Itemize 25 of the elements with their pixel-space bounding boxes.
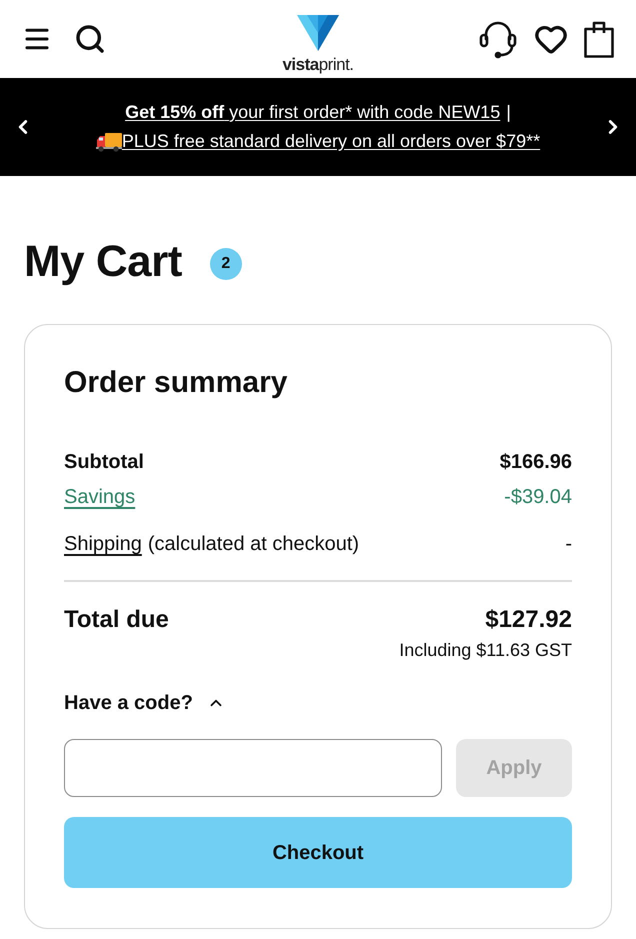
checkout-button[interactable]: Checkout <box>64 817 572 888</box>
shopping-bag-icon[interactable] <box>584 20 614 58</box>
subtotal-label: Subtotal <box>64 450 144 475</box>
first-order-offer-link[interactable]: Get 15% off your first order* with code NEW15 <box>125 98 500 127</box>
order-summary-title: Order summary <box>64 365 288 401</box>
savings-value: -$39.04 <box>504 485 572 510</box>
headset-icon[interactable] <box>478 19 518 59</box>
total-due-label: Total due <box>64 605 169 635</box>
savings-link[interactable]: Savings <box>64 483 136 511</box>
search-icon[interactable] <box>74 23 106 55</box>
total-due-value: $127.92 <box>485 605 572 635</box>
separator-text: | <box>506 101 511 124</box>
shipping-value: - <box>565 532 572 557</box>
logo-text: vistaprint. <box>282 54 354 76</box>
promo-code-input[interactable] <box>64 739 442 797</box>
truck-icon <box>96 132 122 152</box>
have-a-code-toggle[interactable]: Have a code? <box>64 689 225 717</box>
shipping-note: (calculated at checkout) <box>148 532 360 557</box>
logo-icon <box>296 14 339 50</box>
subtotal-value: $166.96 <box>500 450 572 475</box>
shipping-link[interactable]: Shipping <box>64 530 142 558</box>
free-delivery-link[interactable]: PLUS free standard delivery on all orders over $79** <box>122 127 540 156</box>
page-title: My Cart <box>24 240 182 284</box>
tax-note: Including $11.63 GST <box>399 639 572 662</box>
item-count-badge: 2 <box>210 248 242 280</box>
